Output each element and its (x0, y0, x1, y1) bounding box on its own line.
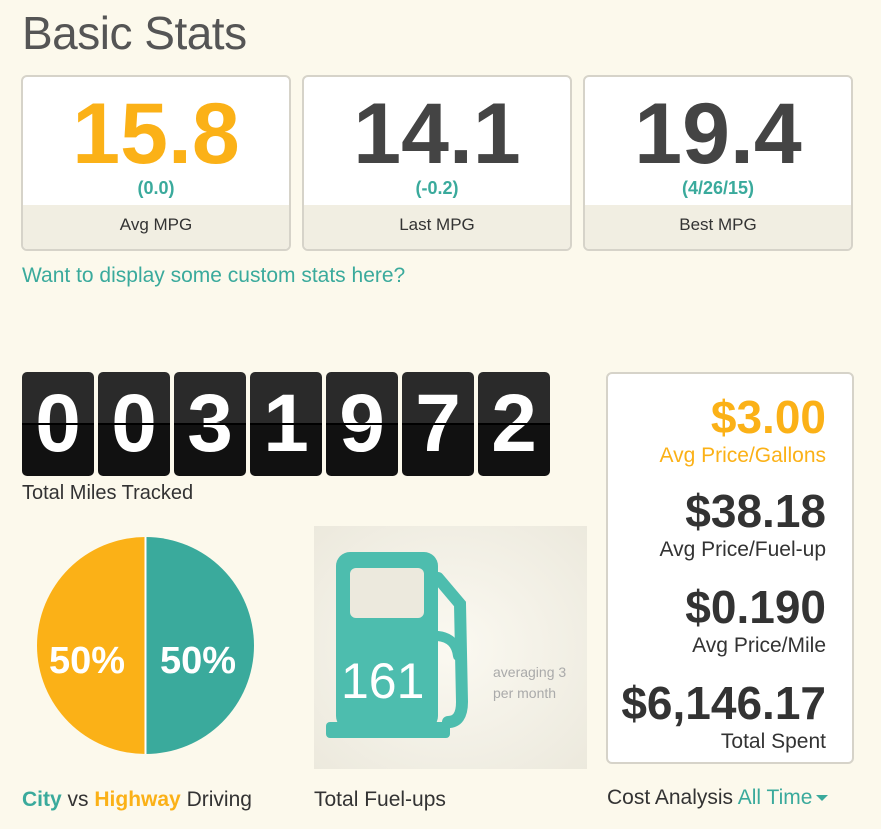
cost-period-label: All Time (737, 786, 813, 809)
best-mpg-date: (4/26/15) (681, 178, 755, 198)
avg-mpg-delta: (0.0) (137, 178, 175, 198)
last-mpg-delta: (-0.2) (415, 178, 459, 198)
pie-label-city: 50% (160, 640, 237, 682)
cost-period-dropdown[interactable]: All Time (738, 786, 829, 809)
cost-amount: $3.00 (710, 391, 826, 443)
fuel-pump-icon (326, 552, 469, 738)
driving-caption: City vs Highway Driving (22, 788, 252, 812)
last-mpg-card: 14.1 (-0.2) Last MPG (302, 75, 572, 251)
odometer-digit: 1 (250, 372, 322, 476)
odometer-digit: 0 (98, 372, 170, 476)
cost-label: Avg Price/Gallons (659, 444, 826, 467)
odometer-digit: 2 (478, 372, 550, 476)
pie-label-highway: 50% (49, 640, 126, 682)
last-mpg-label: Last MPG (304, 205, 570, 249)
page-title: Basic Stats (22, 7, 247, 59)
caption-city: City (22, 788, 62, 811)
total-miles-label: Total Miles Tracked (22, 482, 194, 504)
best-mpg-label: Best MPG (585, 205, 851, 249)
fuelups-average: averaging 3 per month (493, 664, 567, 701)
avg-mpg-value: 15.8 (72, 86, 240, 182)
avg-mpg-label: Avg MPG (23, 205, 289, 249)
fuelups-panel (314, 526, 587, 769)
caption-vs: vs (67, 788, 89, 811)
caption-driving: Driving (186, 788, 252, 811)
cost-row-avg-price-mile: $0.190 Avg Price/Mile (685, 584, 826, 658)
cost-amount: $0.190 (685, 581, 826, 633)
cost-label: Avg Price/Mile (692, 634, 826, 657)
cost-caption-label: Cost Analysis (607, 786, 734, 809)
best-mpg-card: 19.4 (4/26/15) Best MPG (583, 75, 853, 251)
last-mpg-value: 14.1 (353, 86, 521, 182)
odometer-digit: 3 (174, 372, 246, 476)
cost-label: Avg Price/Fuel-up (659, 538, 826, 561)
cost-label: Total Spent (720, 730, 826, 753)
avg-mpg-card: 15.8 (0.0) Avg MPG (21, 75, 291, 251)
cost-caption: Cost Analysis All Time (607, 786, 829, 810)
odometer: 0 0 3 1 9 7 2 (22, 372, 550, 476)
fuelups-count: 161 (341, 653, 425, 709)
odometer-digit: 7 (402, 372, 474, 476)
best-mpg-value: 19.4 (634, 86, 802, 182)
cost-row-avg-price-gallon: $3.00 Avg Price/Gallons (659, 394, 826, 468)
cost-amount: $6,146.17 (621, 677, 826, 729)
custom-stats-link[interactable]: Want to display some custom stats here? (22, 264, 405, 288)
caret-down-icon (816, 795, 829, 802)
cost-analysis-card: $3.00 Avg Price/Gallons $38.18 Avg Price… (606, 372, 854, 764)
odometer-digit: 9 (326, 372, 398, 476)
cost-row-avg-price-fuelup: $38.18 Avg Price/Fuel-up (659, 488, 826, 562)
cost-row-total-spent: $6,146.17 Total Spent (621, 680, 826, 754)
caption-highway: Highway (94, 788, 181, 811)
odometer-digit: 0 (22, 372, 94, 476)
fuelups-caption: Total Fuel-ups (314, 788, 446, 811)
cost-amount: $38.18 (685, 485, 826, 537)
